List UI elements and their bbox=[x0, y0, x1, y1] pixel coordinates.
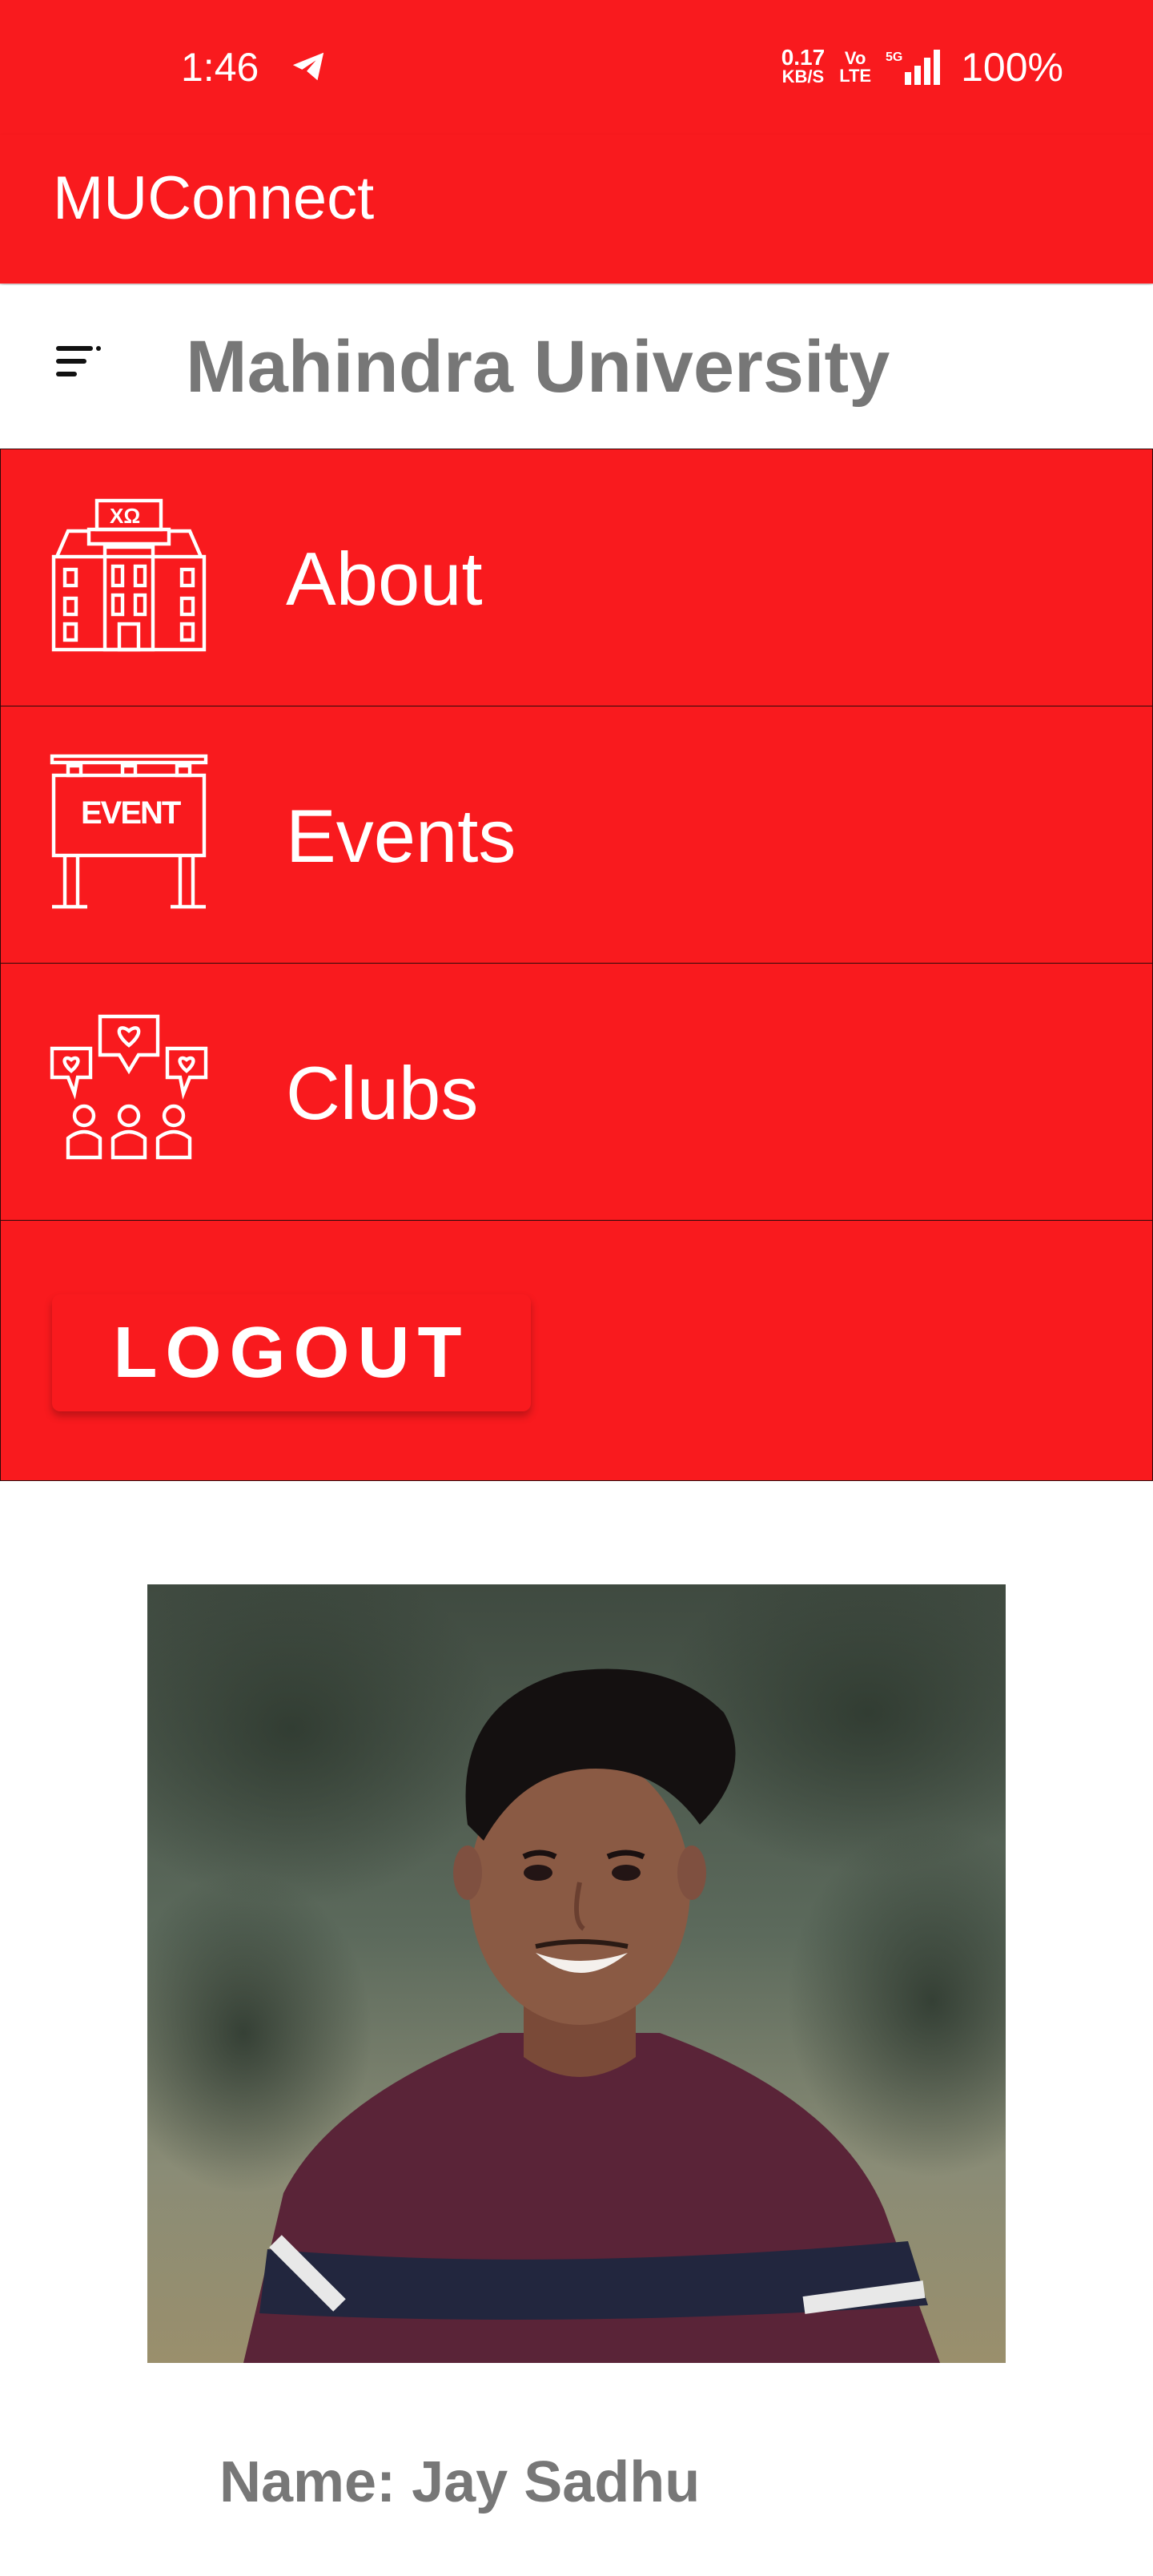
page-title: Mahindra University bbox=[186, 326, 890, 408]
profile-name: Name: Jay Sadhu bbox=[219, 2450, 701, 2514]
telegram-icon bbox=[292, 52, 324, 81]
network-speed-value: 0.17 bbox=[781, 45, 826, 70]
app-bar: MUConnect bbox=[0, 135, 1153, 284]
event-board-icon: EVENT bbox=[50, 754, 208, 909]
menu-item-label: Events bbox=[286, 794, 516, 878]
menu-item-about[interactable]: XΩ About bbox=[0, 449, 1153, 706]
event-board-text: EVENT bbox=[81, 795, 181, 831]
volte-top: Vo bbox=[844, 48, 866, 68]
svg-text:XΩ: XΩ bbox=[110, 504, 140, 528]
menu-item-label: Clubs bbox=[286, 1051, 479, 1135]
menu-item-label: About bbox=[286, 537, 483, 621]
network-type-label: 5G bbox=[886, 50, 902, 64]
main-menu: XΩ About EVENT Events Clubs LOGOUT bbox=[0, 449, 1153, 1481]
battery-level: 100% bbox=[961, 45, 1063, 90]
volte-bottom: LTE bbox=[839, 66, 872, 86]
sort-menu-icon[interactable] bbox=[54, 338, 101, 384]
logout-button[interactable]: LOGOUT bbox=[52, 1294, 531, 1411]
network-speed: 0.17 KB/S bbox=[781, 45, 826, 87]
university-building-icon: XΩ bbox=[51, 498, 207, 652]
community-chat-icon bbox=[50, 1014, 208, 1160]
network-speed-unit: KB/S bbox=[781, 66, 825, 87]
status-time: 1:46 bbox=[181, 45, 259, 90]
profile-photo bbox=[147, 1584, 1006, 2363]
signal-icon: 5G bbox=[886, 50, 941, 85]
logout-section: LOGOUT bbox=[0, 1220, 1153, 1481]
volte-indicator: Vo LTE bbox=[839, 50, 871, 85]
menu-item-events[interactable]: EVENT Events bbox=[0, 706, 1153, 963]
menu-item-clubs[interactable]: Clubs bbox=[0, 963, 1153, 1220]
status-indicators: 0.17 KB/S Vo LTE 5G 100% bbox=[781, 42, 1063, 93]
app-title: MUConnect bbox=[53, 164, 375, 232]
status-bar: 1:46 0.17 KB/S Vo LTE 5G 100% bbox=[0, 0, 1153, 135]
page-header: Mahindra University bbox=[0, 285, 1153, 449]
